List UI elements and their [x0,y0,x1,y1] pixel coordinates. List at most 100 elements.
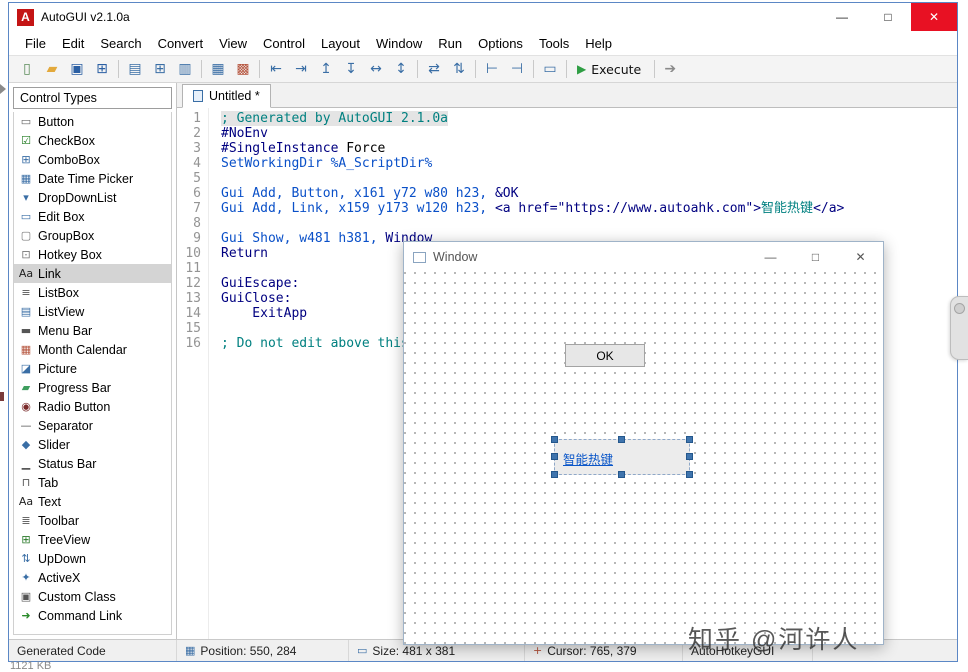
new-script-icon[interactable]: ▯ [15,58,39,80]
insert-control-icon[interactable]: ⊞ [148,58,172,80]
resize-handle[interactable] [618,471,625,478]
same-width-icon[interactable]: ⇄ [422,58,446,80]
designer-titlebar[interactable]: Window — □ ✕ [404,242,883,272]
align-right-icon[interactable]: ⇥ [289,58,313,80]
execute-icon: ▶ [577,62,587,76]
resize-handle[interactable] [551,471,558,478]
properties-panel-icon[interactable]: ▥ [173,58,197,80]
control-type-link[interactable]: Aa Link [14,264,171,283]
control-type-command-link[interactable]: ➜ Command Link [14,606,171,625]
toolbar: ▯ ▰ ▣ ⊞ ▤ ⊞ ▥ ▦ ▩ ⇤ ⇥ ↥ ↧ ↔ ↕ ⇄ ⇅ ⊢ ⊣ ▭ ▶ Execute ➔ [9,55,957,83]
control-type-month-calendar[interactable]: ▦ Month Calendar [14,340,171,359]
save-all-icon[interactable]: ⊞ [90,58,114,80]
control-type-progress-bar[interactable]: ▰ Progress Bar [14,378,171,397]
control-type-edit-box[interactable]: ▭ Edit Box [14,207,171,226]
menu-view[interactable]: View [211,33,255,54]
designer-maximize-button[interactable]: □ [793,242,838,272]
designer-canvas[interactable]: OK 智能热键 [404,272,883,644]
designer-ok-button[interactable]: OK [565,344,645,367]
customclass-icon: ▣ [20,590,32,603]
control-type-picture[interactable]: ◪ Picture [14,359,171,378]
maximize-button[interactable]: □ [865,3,911,31]
preview-window-icon[interactable]: ▭ [538,58,562,80]
control-type-updown[interactable]: ⇅ UpDown [14,549,171,568]
control-type-groupbox[interactable]: ▢ GroupBox [14,226,171,245]
menu-window[interactable]: Window [368,33,430,54]
grid-icon[interactable]: ▦ [206,58,230,80]
control-type-activex[interactable]: ✦ ActiveX [14,568,171,587]
control-type-menu-bar[interactable]: ▬ Menu Bar [14,321,171,340]
resize-handle[interactable] [686,436,693,443]
menu-search[interactable]: Search [92,33,149,54]
convert-script-icon[interactable]: ➔ [658,58,682,80]
resize-handle[interactable] [686,471,693,478]
combobox-icon: ⊞ [21,153,31,166]
same-height-icon[interactable]: ⇅ [447,58,471,80]
center-horizontally-icon[interactable]: ↔ [364,58,388,80]
control-type-label: Status Bar [38,456,97,471]
control-type-label: Menu Bar [38,323,93,338]
selected-link-control[interactable]: 智能热键 [551,436,693,478]
menu-run[interactable]: Run [430,33,470,54]
menubar-icon: ▬ [20,324,32,337]
minimize-button[interactable]: — [819,3,865,31]
control-type-hotkey-box[interactable]: ⊡ Hotkey Box [14,245,171,264]
center-vertically-icon[interactable]: ↕ [389,58,413,80]
designer-close-button[interactable]: ✕ [838,242,883,272]
code-line: ; Generated by AutoGUI 2.1.0a [221,111,448,126]
control-type-treeview[interactable]: ⊞ TreeView [14,530,171,549]
designer-minimize-button[interactable]: — [748,242,793,272]
execute-button[interactable]: ▶ Execute [570,60,651,79]
control-type-listview[interactable]: ▤ ListView [14,302,171,321]
menu-convert[interactable]: Convert [150,33,212,54]
control-type-button[interactable]: ▭ Button [14,112,171,131]
snap-to-grid-icon[interactable]: ▩ [231,58,255,80]
control-type-label: GroupBox [38,228,95,243]
control-type-combobox[interactable]: ⊞ ComboBox [14,150,171,169]
open-script-icon[interactable]: ▰ [40,58,64,80]
menu-edit[interactable]: Edit [54,33,92,54]
close-button[interactable]: ✕ [911,3,957,31]
toolbar-separator [533,60,534,78]
save-icon[interactable]: ▣ [65,58,89,80]
align-left-icon[interactable]: ⇤ [264,58,288,80]
control-type-date-time-picker[interactable]: ▦ Date Time Picker [14,169,171,188]
control-type-separator[interactable]: — Separator [14,416,171,435]
resize-handle[interactable] [551,436,558,443]
control-type-slider[interactable]: ◆ Slider [14,435,171,454]
control-type-checkbox[interactable]: ☑ CheckBox [14,131,171,150]
control-type-text[interactable]: Aa Text [14,492,171,511]
fit-to-text-icon[interactable]: ⊢ [480,58,504,80]
resize-handle[interactable] [551,453,558,460]
menu-control[interactable]: Control [255,33,313,54]
control-type-custom-class[interactable]: ▣ Custom Class [14,587,171,606]
align-bottom-icon[interactable]: ↧ [339,58,363,80]
menu-help[interactable]: Help [577,33,620,54]
control-type-label: Month Calendar [38,342,127,357]
control-type-dropdownlist[interactable]: ▾ DropDownList [14,188,171,207]
docked-panel-handle[interactable] [950,296,968,360]
control-type-listbox[interactable]: ≡ ListBox [14,283,171,302]
partial-text-kb: 1121 KB [10,660,52,672]
resize-handle[interactable] [686,453,693,460]
control-type-toolbar[interactable]: ≣ Toolbar [14,511,171,530]
menu-layout[interactable]: Layout [313,33,368,54]
line-number: 3 [193,141,201,156]
resize-handle[interactable] [618,436,625,443]
updown-icon: ⇅ [21,552,31,565]
tab-icon: ⊓ [21,476,31,489]
control-type-radio-button[interactable]: ◉ Radio Button [14,397,171,416]
fit-to-window-icon[interactable]: ⊣ [505,58,529,80]
menu-options[interactable]: Options [470,33,531,54]
toolbox-panel-icon[interactable]: ▤ [123,58,147,80]
control-type-tab[interactable]: ⊓ Tab [14,473,171,492]
tab-untitled[interactable]: Untitled * [182,84,271,108]
align-top-icon[interactable]: ↥ [314,58,338,80]
control-type-status-bar[interactable]: ▁ Status Bar [14,454,171,473]
designer-link[interactable]: 智能热键 [563,449,613,468]
menu-tools[interactable]: Tools [531,33,577,54]
editor-tabbar: Untitled * [177,83,957,108]
menu-file[interactable]: File [17,33,54,54]
groupbox-icon: ▢ [20,229,32,242]
